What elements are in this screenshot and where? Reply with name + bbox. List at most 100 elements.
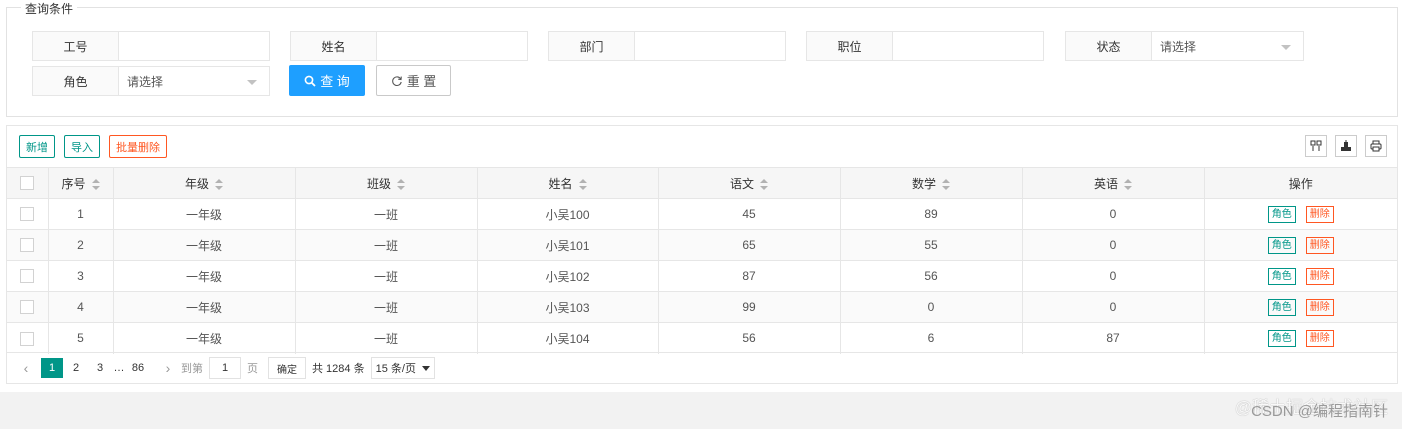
batch-delete-button[interactable]: 批量删除: [109, 135, 167, 158]
row-delete-button[interactable]: 删除: [1305, 236, 1334, 254]
cell-name: 小吴102: [477, 260, 659, 292]
data-table: 序号 年级 班级 姓名 语文 数学 英语 操作 1 一年级 一班 小吴100 4…: [7, 167, 1397, 354]
table-header-row: 序号 年级 班级 姓名 语文 数学 英语 操作: [7, 167, 1397, 199]
cell-chinese: 87: [658, 260, 841, 292]
table-row: 3 一年级 一班 小吴102 87 56 0 角色 删除: [7, 260, 1397, 292]
col-header-english[interactable]: 英语: [1022, 167, 1205, 199]
table-row: 2 一年级 一班 小吴101 65 55 0 角色 删除: [7, 229, 1397, 261]
cell-name: 小吴103: [477, 291, 659, 323]
sort-icon[interactable]: [578, 178, 587, 190]
row-checkbox[interactable]: [20, 207, 35, 222]
col-header-class[interactable]: 班级: [295, 167, 478, 199]
row-delete-button[interactable]: 删除: [1305, 329, 1334, 347]
print-icon[interactable]: [1365, 135, 1387, 157]
row-delete-button[interactable]: 删除: [1305, 205, 1334, 223]
page-last[interactable]: 86: [127, 358, 149, 378]
sort-icon[interactable]: [215, 178, 223, 190]
role-field: 角色 请选择: [32, 66, 270, 96]
row-role-button[interactable]: 角色: [1267, 329, 1296, 347]
role-label: 角色: [33, 67, 119, 95]
row-checkbox[interactable]: [20, 238, 35, 253]
cell-chinese: 56: [658, 322, 841, 354]
chevron-down-icon: [421, 365, 430, 371]
cell-name: 小吴104: [477, 322, 659, 354]
page-1[interactable]: 1: [41, 358, 63, 378]
select-all-checkbox[interactable]: [20, 176, 35, 191]
page-size-select[interactable]: 15 条/页: [370, 357, 435, 379]
cell-math: 6: [840, 322, 1023, 354]
cell-english: 0: [1022, 291, 1205, 323]
cell-english: 0: [1022, 260, 1205, 292]
cell-class: 一班: [295, 229, 478, 261]
page-3[interactable]: 3: [89, 358, 111, 378]
row-checkbox[interactable]: [20, 300, 35, 315]
cell-grade: 一年级: [113, 229, 296, 261]
col-header-no[interactable]: 序号: [48, 167, 114, 199]
cell-actions: 角色 删除: [1204, 198, 1397, 230]
table-row: 1 一年级 一班 小吴100 45 89 0 角色 删除: [7, 198, 1397, 230]
name-input[interactable]: [377, 32, 527, 60]
row-role-button[interactable]: 角色: [1267, 267, 1296, 285]
status-select[interactable]: 请选择: [1152, 32, 1303, 60]
row-checkbox[interactable]: [20, 331, 35, 346]
position-input[interactable]: [893, 32, 1043, 60]
columns-icon[interactable]: [1305, 135, 1327, 157]
cell-no: 2: [48, 229, 114, 261]
col-header-name[interactable]: 姓名: [477, 167, 659, 199]
sort-icon[interactable]: [760, 178, 768, 190]
cell-name: 小吴101: [477, 229, 659, 261]
cell-no: 1: [48, 198, 114, 230]
cell-actions: 角色 删除: [1204, 260, 1397, 292]
goto-confirm-button[interactable]: 确定: [268, 357, 306, 379]
department-input[interactable]: [635, 32, 785, 60]
add-button[interactable]: 新增: [19, 135, 55, 158]
employee-id-input[interactable]: [119, 32, 269, 60]
import-button[interactable]: 导入: [64, 135, 100, 158]
cell-no: 5: [48, 322, 114, 354]
sort-icon[interactable]: [397, 178, 405, 190]
row-checkbox[interactable]: [20, 269, 35, 284]
role-select-value: 请选择: [127, 74, 164, 89]
row-role-button[interactable]: 角色: [1267, 236, 1296, 254]
refresh-icon: [391, 75, 402, 86]
sort-icon[interactable]: [91, 178, 100, 190]
col-header-chinese[interactable]: 语文: [658, 167, 841, 199]
sort-icon[interactable]: [942, 178, 950, 190]
cell-chinese: 65: [658, 229, 841, 261]
cell-grade: 一年级: [113, 322, 296, 354]
page-size-value: 15 条/页: [375, 363, 416, 375]
row-delete-button[interactable]: 删除: [1305, 298, 1334, 316]
cell-class: 一班: [295, 291, 478, 323]
pagination: ‹ 1 2 3 … 86 › 到第 1 页 确定 共 1284 条 15 条/页: [7, 352, 1397, 383]
total-count: 共 1284 条: [312, 363, 365, 375]
reset-button-label: 重 置: [406, 74, 437, 89]
goto-page-input[interactable]: 1: [209, 357, 241, 379]
page-2[interactable]: 2: [65, 358, 87, 378]
reset-button[interactable]: 重 置: [376, 65, 451, 96]
position-field: 职位: [806, 31, 1044, 61]
export-icon[interactable]: [1335, 135, 1357, 157]
caret-down-icon: [1281, 45, 1291, 50]
cell-math: 55: [840, 229, 1023, 261]
row-role-button[interactable]: 角色: [1267, 298, 1296, 316]
col-header-math[interactable]: 数学: [840, 167, 1023, 199]
name-label: 姓名: [291, 32, 377, 60]
position-label: 职位: [807, 32, 893, 60]
status-field: 状态 请选择: [1065, 31, 1304, 61]
prev-page-icon[interactable]: ‹: [15, 358, 37, 378]
cell-actions: 角色 删除: [1204, 229, 1397, 261]
row-delete-button[interactable]: 删除: [1305, 267, 1334, 285]
search-button[interactable]: 查 询: [289, 65, 365, 96]
cell-actions: 角色 删除: [1204, 322, 1397, 354]
search-button-label: 查 询: [320, 74, 350, 89]
role-select[interactable]: 请选择: [119, 67, 269, 95]
status-label: 状态: [1066, 32, 1152, 60]
cell-class: 一班: [295, 260, 478, 292]
cell-name: 小吴100: [477, 198, 659, 230]
sort-icon[interactable]: [1124, 178, 1132, 190]
col-header-grade[interactable]: 年级: [113, 167, 296, 199]
watermark-csdn: CSDN @编程指南针: [1251, 403, 1388, 420]
caret-down-icon: [247, 80, 257, 85]
next-page-icon[interactable]: ›: [157, 358, 179, 378]
row-role-button[interactable]: 角色: [1267, 205, 1296, 223]
